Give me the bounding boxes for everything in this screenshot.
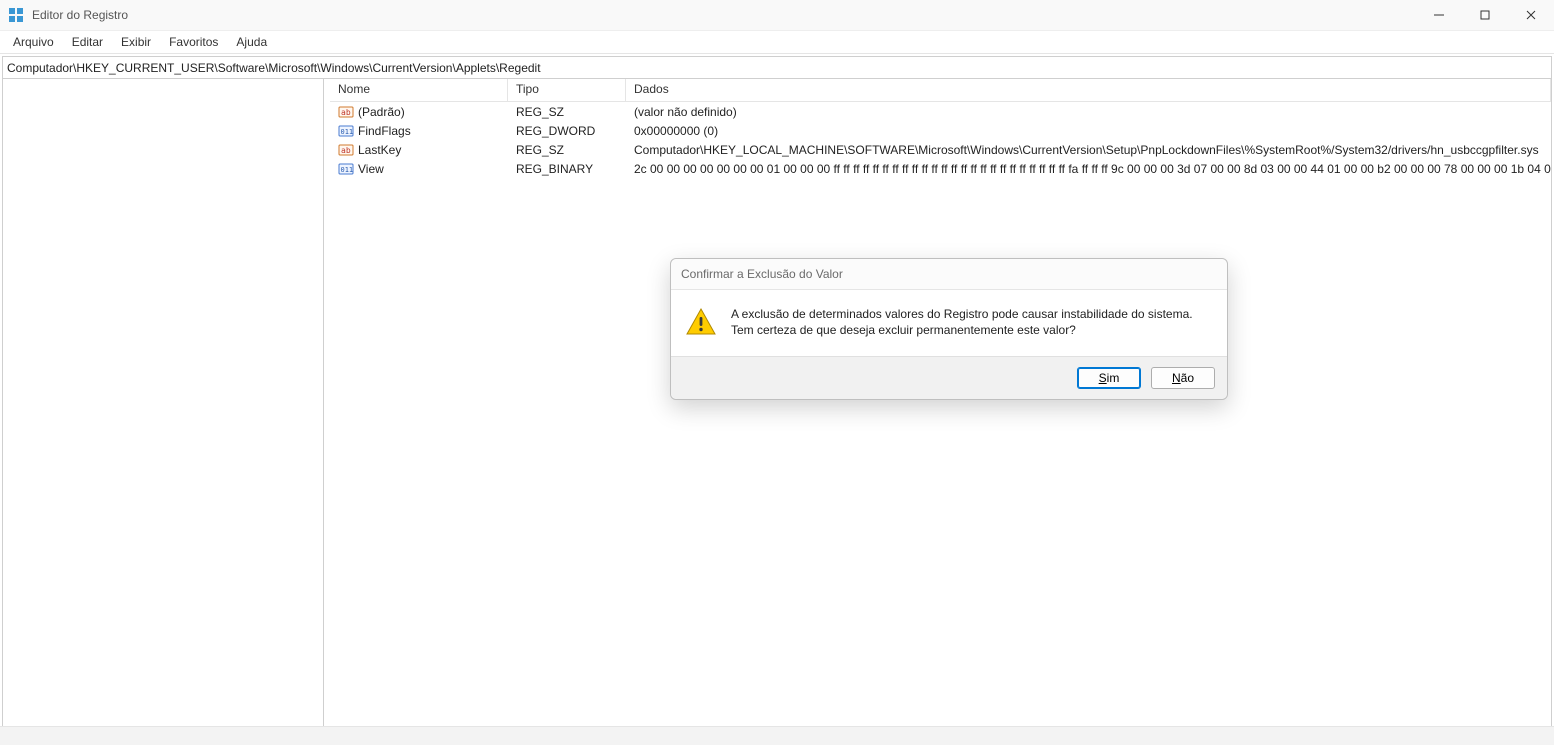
reg-binary-icon [338,161,354,177]
confirm-delete-dialog: Confirmar a Exclusão do Valor A exclusão… [670,258,1228,400]
main-area: Nome Tipo Dados (Padrão)REG_SZ(valor não… [2,78,1552,727]
values-pane: Nome Tipo Dados (Padrão)REG_SZ(valor não… [330,79,1551,726]
value-rows: (Padrão)REG_SZ(valor não definido)FindFl… [330,102,1551,726]
minimize-button[interactable] [1416,0,1462,30]
value-name: (Padrão) [358,105,405,119]
dialog-button-row: Sim Não [671,356,1227,399]
value-type-cell: REG_SZ [508,143,626,157]
value-row[interactable]: LastKey REG_SZComputador\HKEY_LOCAL_MACHI… [330,140,1551,159]
status-bar [0,726,1554,745]
menu-arquivo[interactable]: Arquivo [4,33,63,51]
value-name-cell: View [330,161,508,177]
warning-icon [685,306,717,338]
menu-favoritos[interactable]: Favoritos [160,33,227,51]
value-name: View [358,162,384,176]
dialog-yes-accel: S [1099,371,1107,385]
reg-string-icon [338,104,354,120]
menu-exibir[interactable]: Exibir [112,33,160,51]
list-header: Nome Tipo Dados [330,79,1551,102]
value-type-cell: REG_SZ [508,105,626,119]
value-type-cell: REG_BINARY [508,162,626,176]
value-type-cell: REG_DWORD [508,124,626,138]
value-name-cell: LastKey [330,142,508,158]
menubar: Arquivo Editar Exibir Favoritos Ajuda [0,31,1554,54]
regedit-app-icon [8,7,24,23]
value-data-cell: 2c 00 00 00 00 00 00 00 01 00 00 00 ff f… [626,162,1551,176]
reg-string-icon [338,142,354,158]
address-bar[interactable]: Computador\HKEY_CURRENT_USER\Software\Mi… [2,56,1552,80]
value-data-cell: (valor não definido) [626,105,1551,119]
dialog-yes-button[interactable]: Sim [1077,367,1141,389]
reg-binary-icon [338,123,354,139]
window-title: Editor do Registro [32,8,128,22]
titlebar: Editor do Registro [0,0,1554,31]
value-name-cell: (Padrão) [330,104,508,120]
value-name: FindFlags [358,124,411,138]
value-row[interactable]: View REG_BINARY2c 00 00 00 00 00 00 00 01… [330,159,1551,178]
menu-editar[interactable]: Editar [63,33,112,51]
value-name: LastKey [358,143,401,157]
menu-ajuda[interactable]: Ajuda [227,33,276,51]
column-header-name[interactable]: Nome [330,79,508,101]
tree-pane[interactable] [3,79,324,726]
value-data-cell: Computador\HKEY_LOCAL_MACHINE\SOFTWARE\M… [626,143,1551,157]
maximize-button[interactable] [1462,0,1508,30]
dialog-message: A exclusão de determinados valores do Re… [731,306,1213,338]
value-name-cell: FindFlags [330,123,508,139]
close-button[interactable] [1508,0,1554,30]
column-header-type[interactable]: Tipo [508,79,626,101]
value-row[interactable]: FindFlags REG_DWORD0x00000000 (0) [330,121,1551,140]
address-path: Computador\HKEY_CURRENT_USER\Software\Mi… [7,61,541,75]
dialog-no-accel: N [1172,371,1181,385]
value-row[interactable]: (Padrão) REG_SZ(valor não definido) [330,102,1551,121]
dialog-no-button[interactable]: Não [1151,367,1215,389]
column-header-data[interactable]: Dados [626,79,1551,101]
dialog-title: Confirmar a Exclusão do Valor [671,259,1227,290]
value-data-cell: 0x00000000 (0) [626,124,1551,138]
